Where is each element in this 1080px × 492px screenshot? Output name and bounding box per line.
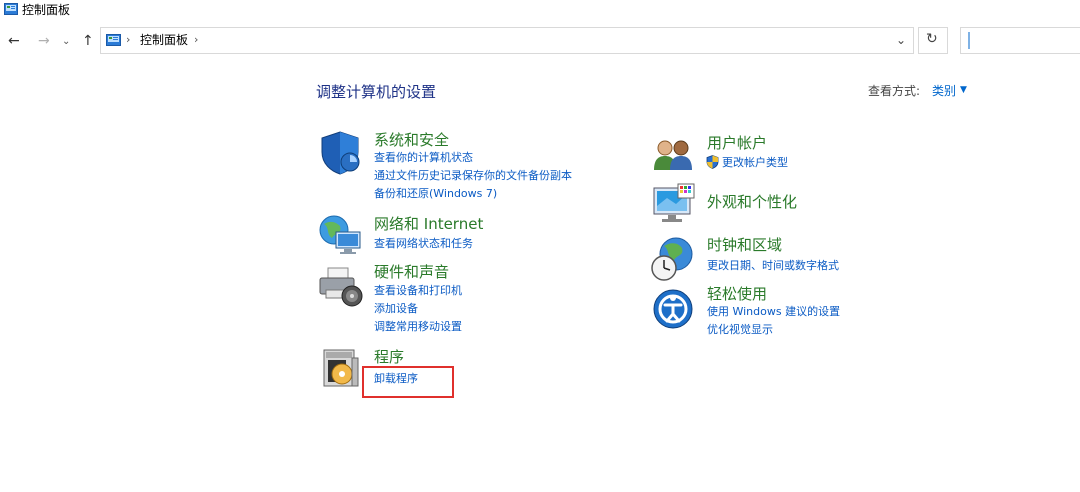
link-view-computer-status[interactable]: 查看你的计算机状态 (374, 150, 473, 166)
category-ease-of-access[interactable]: 轻松使用 (707, 284, 767, 304)
link-change-date-time[interactable]: 更改日期、时间或数字格式 (707, 258, 839, 274)
network-icon (319, 215, 361, 254)
page-title: 调整计算机的设置 (316, 83, 437, 101)
shield-icon (321, 131, 360, 175)
recent-locations-button[interactable]: ⌄ (62, 34, 70, 50)
link-optimize-visual-display[interactable]: 优化视觉显示 (707, 322, 773, 338)
link-file-history-backup[interactable]: 通过文件历史记录保存你的文件备份副本 (374, 168, 572, 184)
view-by-label: 查看方式: (868, 84, 921, 98)
category-user-accounts[interactable]: 用户帐户 (707, 133, 767, 153)
breadcrumb-control-panel[interactable]: 控制面板 (140, 32, 188, 48)
search-caret (968, 32, 970, 49)
link-add-device[interactable]: 添加设备 (374, 301, 418, 317)
chevron-down-icon[interactable]: ▼ (960, 85, 967, 95)
search-input[interactable] (960, 27, 1080, 54)
control-panel-icon (106, 34, 121, 46)
control-panel-icon (4, 3, 18, 15)
breadcrumb-separator[interactable]: › (126, 33, 130, 46)
forward-button[interactable]: → (38, 33, 50, 49)
link-devices-printers[interactable]: 查看设备和打印机 (374, 283, 462, 299)
address-dropdown-button[interactable]: ⌄ (896, 33, 906, 47)
clock-globe-icon (651, 237, 693, 281)
view-by-dropdown[interactable]: 类别 (932, 82, 956, 100)
users-icon (654, 140, 692, 170)
ease-of-access-icon (653, 289, 693, 329)
window-title: 控制面板 (22, 3, 71, 17)
link-backup-restore[interactable]: 备份和还原(Windows 7) (374, 186, 497, 202)
address-bar[interactable] (100, 27, 914, 54)
link-mobility-settings[interactable]: 调整常用移动设置 (374, 319, 462, 335)
category-programs[interactable]: 程序 (374, 347, 404, 367)
refresh-icon[interactable]: ↻ (926, 31, 938, 47)
link-network-status[interactable]: 查看网络状态和任务 (374, 236, 473, 252)
category-hardware-sound[interactable]: 硬件和声音 (374, 262, 449, 282)
uac-shield-icon (706, 155, 719, 169)
programs-icon (323, 349, 359, 387)
category-clock-region[interactable]: 时钟和区域 (707, 235, 782, 255)
link-change-account-type[interactable]: 更改帐户类型 (722, 155, 788, 171)
category-network-internet[interactable]: 网络和 Internet (374, 214, 483, 234)
highlight-box (362, 366, 454, 398)
breadcrumb-separator[interactable]: › (194, 33, 198, 46)
title-bar (0, 0, 1080, 22)
back-button[interactable]: ← (8, 33, 20, 49)
printer-icon (319, 267, 363, 307)
category-appearance[interactable]: 外观和个性化 (707, 192, 797, 212)
category-system-security[interactable]: 系统和安全 (374, 130, 449, 150)
link-recommended-settings[interactable]: 使用 Windows 建议的设置 (707, 304, 840, 320)
up-button[interactable]: ↑ (82, 33, 94, 49)
appearance-icon (653, 183, 695, 222)
